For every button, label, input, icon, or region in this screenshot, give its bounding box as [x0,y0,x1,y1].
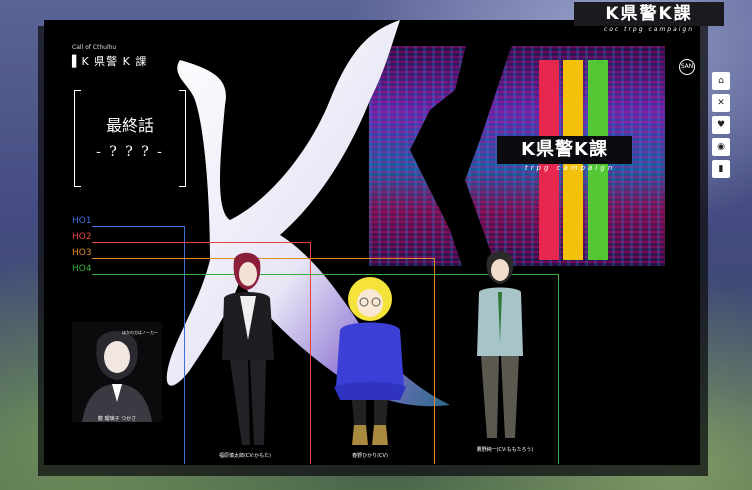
small-title-logo: ▌K 県警 K 課 [72,55,148,68]
heart-icon[interactable]: ♥ [712,116,730,134]
san-round-button[interactable]: SAN [679,59,695,75]
ho1-frame-line [184,226,185,464]
crosshair-icon[interactable]: ✕ [712,94,730,112]
episode-name: - ? ? ? - [96,144,164,160]
character-ho1-portrait [72,322,162,422]
character-ho3-figure [334,277,406,445]
character-ho4-figure [477,251,523,438]
ho3-label: HO3 [72,248,92,258]
left-bracket [74,90,81,187]
character-ho4-name: 鷹野純一(CV:ももたろう) [476,447,534,453]
home-icon[interactable]: ⌂ [712,72,730,90]
game-system-label: Call of Cthulhu [72,44,117,51]
bar-chart-icon[interactable]: ▮ [712,160,730,178]
center-logo: K県警K課 [497,136,632,164]
right-bracket [179,90,186,187]
ho2-label: HO2 [72,232,92,242]
center-tagline: trpg campaign [524,164,616,172]
character-ho2-name: 福原慎太郎(CV:かもた) [218,453,272,459]
header-tagline: coc trpg campaign [603,26,695,33]
ho1-line [92,226,184,227]
ho4-frame-line [558,274,559,464]
ho1-label: HO1 [72,216,92,226]
header-logo[interactable]: K県警K課 [574,2,724,26]
character-ho1-name: 龍 瑠璃子 つかさ [97,416,137,422]
character-ho2-figure [222,252,274,445]
eye-icon[interactable]: ◉ [712,138,730,156]
character-ho3-name: 春野ひかり(CV) [352,453,388,459]
character-ho1-note: ほかの方はノーカー [122,330,158,335]
episode-title: 最終話 [105,116,154,135]
episode-title-box: 最終話 - ? ? ? - [74,90,186,187]
ho2-frame-line [310,242,311,464]
ho2-line [92,242,310,243]
side-toolbar: ⌂ ✕ ♥ ◉ ▮ [712,72,730,182]
ho3-frame-line [434,258,435,464]
ho4-label: HO4 [72,264,92,274]
